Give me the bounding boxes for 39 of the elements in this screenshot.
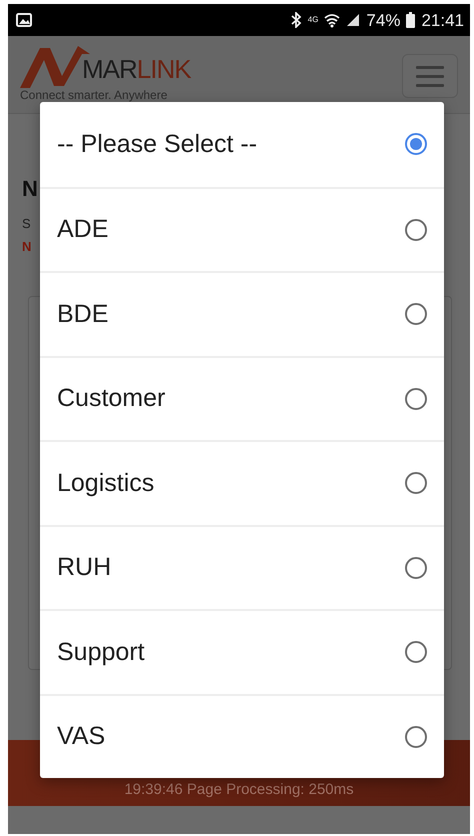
footer-text: 19:39:46 Page Processing: 250ms (124, 781, 354, 798)
option-label: Customer (57, 384, 166, 414)
select-option[interactable]: Support (40, 609, 444, 694)
option-label: VAS (57, 722, 106, 752)
clock-time: 21:41 (421, 12, 464, 28)
bluetooth-icon (290, 12, 302, 28)
notice-text: N (22, 239, 32, 254)
select-option[interactable]: VAS (40, 694, 444, 778)
select-option[interactable]: -- Please Select -- (40, 102, 444, 186)
radio-button[interactable] (405, 303, 427, 326)
option-label: Logistics (57, 468, 154, 498)
select-option[interactable]: BDE (40, 271, 444, 356)
subtitle-text: S (22, 216, 31, 231)
image-icon (16, 13, 32, 27)
option-label: RUH (57, 553, 112, 582)
option-label: BDE (57, 300, 108, 329)
radio-button[interactable] (405, 388, 427, 410)
radio-button[interactable] (405, 133, 427, 156)
battery-percent: 74% (366, 12, 400, 28)
network-type-text: 4G (308, 16, 318, 24)
select-option[interactable]: Logistics (40, 440, 444, 524)
select-option[interactable]: Customer (40, 356, 444, 440)
radio-button[interactable] (405, 641, 427, 664)
select-option[interactable]: ADE (40, 186, 444, 271)
option-label: -- Please Select -- (57, 130, 258, 159)
radio-button[interactable] (405, 472, 427, 494)
battery-icon (406, 12, 416, 28)
signal-icon (346, 13, 360, 27)
logo-text: LINK (136, 54, 191, 84)
radio-button[interactable] (405, 218, 427, 241)
page-heading: N (22, 178, 38, 200)
logo-text: MAR (82, 54, 137, 84)
select-option[interactable]: RUH (40, 524, 444, 609)
radio-button[interactable] (405, 556, 427, 579)
option-label: ADE (57, 215, 108, 244)
tagline-text: Connect smarter. Anywhere (20, 88, 168, 102)
radio-button[interactable] (405, 726, 427, 748)
option-label: Support (57, 638, 145, 667)
wifi-icon (324, 12, 340, 28)
